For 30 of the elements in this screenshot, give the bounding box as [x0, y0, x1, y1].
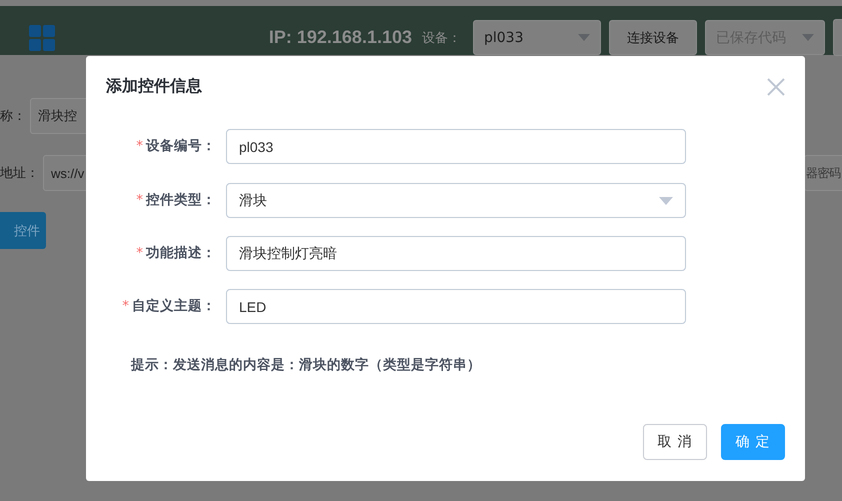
required-mark: * — [122, 298, 129, 314]
close-icon[interactable] — [767, 78, 785, 96]
address-label: 地址： — [0, 165, 39, 182]
caret-icon — [659, 196, 673, 204]
confirm-button[interactable]: 确 定 — [721, 424, 785, 460]
ip-address: IP: 192.168.1.103 — [268, 27, 412, 48]
cancel-button[interactable]: 取 消 — [643, 424, 707, 460]
input-field[interactable]: LED — [226, 289, 686, 324]
add-control-button[interactable]: 控件 — [0, 212, 46, 249]
hint-text: 提示：发送消息的内容是：滑块的数字（类型是字符串） — [130, 356, 482, 374]
input-field[interactable]: pl033 — [226, 129, 686, 164]
caret-icon — [802, 34, 814, 41]
connect-button[interactable]: 连接设备 — [609, 20, 697, 55]
password-field[interactable]: 器密码 — [804, 155, 842, 191]
grid-icon[interactable] — [29, 25, 55, 51]
device-select[interactable]: pl033 — [473, 20, 601, 55]
header-button[interactable] — [833, 19, 842, 56]
field-label: 控件类型： — [146, 192, 216, 208]
field-label: 设备编号： — [146, 138, 216, 154]
dialog-title: 添加控件信息 — [106, 76, 202, 97]
field-label: 自定义主题： — [132, 298, 216, 314]
field-label: 功能描述： — [146, 245, 216, 261]
select-field[interactable]: 滑块 — [226, 183, 686, 218]
required-mark: * — [136, 245, 143, 261]
device-label: 设备： — [422, 30, 461, 46]
required-mark: * — [136, 138, 143, 154]
name-label: 称： — [0, 108, 26, 125]
required-mark: * — [136, 192, 143, 208]
caret-icon — [578, 34, 590, 41]
input-field[interactable]: 滑块控制灯亮暗 — [226, 236, 686, 271]
